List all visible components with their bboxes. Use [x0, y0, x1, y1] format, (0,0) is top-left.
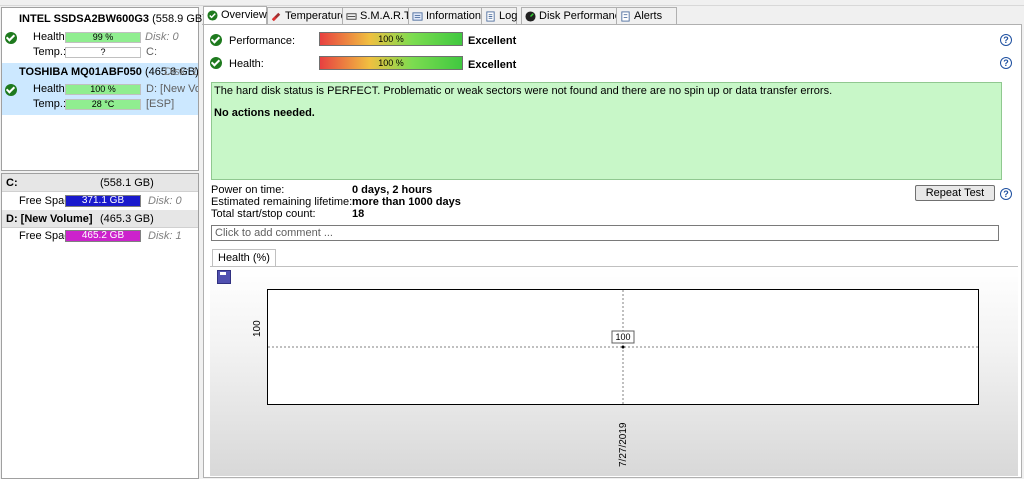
check-icon	[210, 57, 222, 69]
tab-label: Disk Performance	[539, 10, 627, 22]
smart-icon	[346, 13, 357, 20]
health-label: Health:	[33, 83, 68, 95]
health-label: Health:	[229, 58, 264, 70]
volume-label: [ESP]	[146, 98, 175, 110]
data-point	[621, 345, 625, 349]
comment-input[interactable]	[211, 225, 999, 241]
health-verdict: Excellent	[468, 59, 517, 71]
save-icon[interactable]	[217, 270, 231, 284]
performance-icon	[525, 11, 536, 22]
y-tick-label: 100	[252, 320, 263, 337]
tab-label: Alerts	[634, 10, 663, 22]
temp-label: Temp.:	[33, 98, 67, 110]
performance-meter: 100 %	[319, 32, 463, 46]
tab-temperature[interactable]: Temperature	[267, 7, 347, 24]
free-space-bar: 465.2 GB	[65, 230, 141, 242]
disk-title: INTEL SSDSA2BW600G3 (558.9 GB)	[19, 13, 206, 25]
repeat-test-button[interactable]: Repeat Test	[915, 185, 995, 201]
volume-name: C:	[6, 177, 18, 189]
health-chart: 100	[268, 290, 978, 404]
tab-label: Information	[426, 10, 482, 22]
tab-log[interactable]: Log	[481, 7, 517, 24]
performance-verdict: Excellent	[468, 35, 517, 47]
help-icon[interactable]: ?	[1000, 57, 1012, 69]
volume-size: (558.1 GB)	[100, 177, 154, 189]
power-on-label: Power on time:	[211, 184, 285, 196]
chart-plot: 100	[267, 289, 979, 405]
performance-label: Performance:	[229, 35, 296, 47]
lifetime-value: more than 1000 days	[352, 196, 461, 208]
disk-name: INTEL SSDSA2BW600G3	[19, 13, 150, 25]
volume-disk-number: Disk: 0	[148, 195, 182, 207]
alerts-icon	[621, 11, 630, 22]
disk-list: INTEL SSDSA2BW600G3 (558.9 GB) Health: 9…	[1, 7, 206, 171]
lifetime-label: Estimated remaining lifetime:	[211, 196, 353, 208]
actions-text: No actions needed.	[214, 107, 315, 119]
start-stop-value: 18	[352, 208, 365, 220]
tab-information[interactable]: Information	[408, 7, 482, 24]
help-icon[interactable]: ?	[1000, 34, 1012, 46]
tab-health-chart[interactable]: Health (%)	[212, 249, 276, 266]
temp-bar: 28 °C	[65, 99, 141, 110]
info-icon	[412, 12, 423, 21]
tab-label: S.M.A.R.T.	[360, 10, 413, 22]
volume-label: D: [New Volume]	[146, 83, 198, 95]
check-icon	[5, 84, 17, 96]
x-tick-label: 7/27/2019	[618, 422, 629, 468]
volume-header-d[interactable]: D: [New Volume] (465.3 GB)	[2, 210, 198, 228]
check-icon	[5, 32, 17, 44]
temp-bar: ?	[65, 47, 141, 58]
power-on-value: 0 days, 2 hours	[352, 184, 433, 196]
health-chart-area: 100 100 7/27/2019	[210, 266, 1018, 476]
volume-disk-number: Disk: 1	[148, 230, 182, 242]
volume-header-c[interactable]: C: (558.1 GB)	[2, 174, 198, 192]
disk-entry-1[interactable]: TOSHIBA MQ01ABF050 (465.8 GB) Disk: 1 He…	[2, 63, 199, 115]
tab-alerts[interactable]: Alerts	[616, 7, 677, 24]
health-bar: 100 %	[65, 84, 141, 95]
toolbar	[0, 0, 1024, 6]
disk-number: Disk: 0	[145, 31, 179, 43]
help-icon[interactable]: ?	[1000, 188, 1012, 200]
check-icon	[210, 34, 222, 46]
tab-label: Overview	[221, 9, 267, 21]
disk-size: (558.9 GB)	[152, 13, 206, 25]
disk-name: TOSHIBA MQ01ABF050	[19, 66, 142, 78]
health-bar: 99 %	[65, 32, 141, 43]
thermometer-icon	[271, 12, 281, 22]
check-icon	[207, 10, 218, 21]
tab-label: Temperature	[285, 10, 347, 22]
volume-name: D: [New Volume]	[6, 213, 93, 225]
tab-overview[interactable]: Overview	[203, 6, 267, 25]
temp-label: Temp.:	[33, 46, 67, 58]
volume-list: C: (558.1 GB) Free Space 371.1 GB Disk: …	[1, 173, 199, 479]
tab-label: Log	[499, 10, 518, 22]
status-box: The hard disk status is PERFECT. Problem…	[211, 82, 1002, 180]
disk-entry-0[interactable]: INTEL SSDSA2BW600G3 (558.9 GB) Health: 9…	[2, 8, 206, 60]
health-meter: 100 %	[319, 56, 463, 70]
disk-number: Disk: 1	[164, 66, 198, 78]
status-text: The hard disk status is PERFECT. Problem…	[214, 85, 833, 97]
log-icon	[486, 11, 495, 22]
data-label: 100	[615, 332, 630, 342]
volume-label: C:	[146, 46, 157, 58]
health-label: Health:	[33, 31, 68, 43]
start-stop-label: Total start/stop count:	[211, 208, 316, 220]
volume-size: (465.3 GB)	[100, 213, 154, 225]
overview-panel: Performance: 100 % Excellent ? Health: 1…	[203, 24, 1022, 478]
free-space-bar: 371.1 GB	[65, 195, 141, 207]
